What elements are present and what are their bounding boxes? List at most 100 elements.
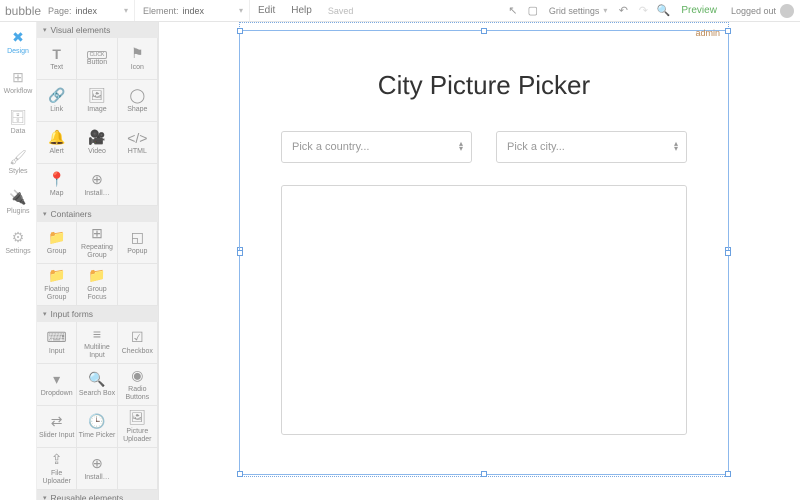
nav-data[interactable]: 🗄Data: [0, 102, 36, 142]
canvas[interactable]: admin City Picture Picker Pick a country…: [159, 22, 800, 500]
palette-group-focus[interactable]: 📁Group Focus: [77, 264, 117, 306]
palette-video[interactable]: 🎥Video: [77, 122, 117, 164]
palette-install-visual[interactable]: ⊕Install…: [77, 164, 117, 206]
palette-checkbox[interactable]: ☑Checkbox: [118, 322, 158, 364]
redo-icon[interactable]: ↷: [633, 4, 653, 17]
nav-label: Workflow: [4, 88, 33, 95]
city-placeholder: Pick a city...: [507, 141, 565, 153]
palette-input[interactable]: ⌨Input: [37, 322, 77, 364]
undo-icon[interactable]: ↶: [613, 4, 633, 17]
responsive-icon[interactable]: ▢: [523, 4, 543, 17]
palette-map[interactable]: 📍Map: [37, 164, 77, 206]
grid-settings[interactable]: Grid settings ▾: [543, 6, 614, 16]
nav-label: Design: [7, 48, 29, 55]
pin-icon: 📍: [48, 171, 65, 188]
nav-settings[interactable]: ⚙ Settings: [0, 222, 36, 262]
palette-time-picker[interactable]: 🕒Time Picker: [77, 406, 117, 448]
resize-handle-s[interactable]: [481, 471, 487, 477]
cursor-icon[interactable]: ↖: [503, 4, 523, 17]
palette-searchbox[interactable]: 🔍Search Box: [77, 364, 117, 406]
palette-button[interactable]: CLICKButton: [77, 38, 117, 80]
chevron-down-icon: ▾: [124, 6, 128, 15]
radio-icon: ◉: [131, 367, 143, 384]
nav-label: Data: [11, 128, 26, 135]
palette-floating-group[interactable]: 📁Floating Group: [37, 264, 77, 306]
section-input-forms[interactable]: Input forms: [37, 306, 158, 322]
account-menu[interactable]: Logged out: [725, 4, 800, 18]
country-dropdown[interactable]: Pick a country... ▴▾: [281, 131, 472, 163]
help-menu[interactable]: Help: [283, 5, 320, 16]
palette-slider-input[interactable]: ⇄Slider Input: [37, 406, 77, 448]
logo: bubble: [0, 4, 40, 18]
search-icon: 🔍: [88, 371, 105, 388]
popup-icon: ◱: [131, 229, 144, 246]
gear-icon: ⚙: [12, 229, 25, 246]
city-dropdown[interactable]: Pick a city... ▴▾: [496, 131, 687, 163]
picture-upload-icon: 🖼: [128, 409, 146, 426]
dropdown-icon: ▾: [53, 371, 60, 388]
nav-workflow[interactable]: ⊞ Workflow: [0, 62, 36, 102]
flag-icon: ⚑: [131, 45, 144, 62]
palette-image[interactable]: 🖼Image: [77, 80, 117, 122]
save-status: Saved: [320, 6, 362, 16]
palette-text[interactable]: TText: [37, 38, 77, 80]
search-icon[interactable]: 🔍: [653, 4, 673, 17]
link-icon: 🔗: [48, 87, 65, 104]
chevron-down-icon: ▾: [603, 6, 607, 15]
plus-circle-icon: ⊕: [91, 171, 103, 188]
sort-arrows-icon: ▴▾: [674, 142, 678, 152]
account-label: Logged out: [731, 6, 776, 16]
nav-label: Plugins: [7, 208, 30, 215]
image-placeholder[interactable]: [281, 185, 687, 435]
page-selector-value: index: [76, 6, 98, 16]
multiline-icon: ≡: [93, 326, 101, 342]
nav-label: Settings: [5, 248, 30, 255]
nav-design[interactable]: ✖ Design: [0, 22, 36, 62]
styles-icon: 🖌: [9, 149, 27, 166]
palette-popup[interactable]: ◱Popup: [118, 222, 158, 264]
palette-file-uploader[interactable]: ⇪File Uploader: [37, 448, 77, 490]
palette-picture-uploader[interactable]: 🖼Picture Uploader: [118, 406, 158, 448]
country-placeholder: Pick a country...: [292, 141, 369, 153]
resize-handle-sw[interactable]: [237, 471, 243, 477]
palette-install-input[interactable]: ⊕Install…: [77, 448, 117, 490]
palette-group[interactable]: 📁Group: [37, 222, 77, 264]
palette-html[interactable]: </>HTML: [118, 122, 158, 164]
nav-plugins[interactable]: 🔌Plugins: [0, 182, 36, 222]
code-icon: </>: [127, 130, 147, 146]
float-icon: 📁: [48, 267, 65, 284]
palette-multiline-input[interactable]: ≡Multiline Input: [77, 322, 117, 364]
palette-repeating-group[interactable]: ⊞Repeating Group: [77, 222, 117, 264]
design-icon: ✖: [12, 29, 24, 46]
topbar: bubble Page: index ▾ Element: index ▾ Ed…: [0, 0, 800, 22]
bell-icon: 🔔: [48, 129, 65, 146]
section-containers[interactable]: Containers: [37, 206, 158, 222]
edit-menu[interactable]: Edit: [250, 5, 283, 16]
palette-radio-buttons[interactable]: ◉Radio Buttons: [118, 364, 158, 406]
focus-icon: 📁: [88, 267, 105, 284]
nav-styles[interactable]: 🖌Styles: [0, 142, 36, 182]
element-selector[interactable]: Element: index ▾: [135, 0, 250, 21]
section-visual-elements[interactable]: Visual elements: [37, 22, 158, 38]
preview-button[interactable]: Preview: [673, 5, 725, 16]
admin-note: admin: [695, 28, 720, 38]
palette-empty: [118, 264, 158, 306]
element-palette[interactable]: Visual elements TText CLICKButton ⚑Icon …: [37, 22, 159, 500]
palette-alert[interactable]: 🔔Alert: [37, 122, 77, 164]
image-icon: 🖼: [88, 87, 106, 104]
palette-link[interactable]: 🔗Link: [37, 80, 77, 122]
page-title[interactable]: City Picture Picker: [281, 70, 687, 101]
workflow-icon: ⊞: [12, 69, 24, 86]
plus-circle-icon: ⊕: [91, 455, 103, 472]
text-icon: T: [52, 46, 61, 62]
palette-shape[interactable]: ◯Shape: [118, 80, 158, 122]
grid-settings-label: Grid settings: [549, 6, 600, 16]
palette-dropdown[interactable]: ▾Dropdown: [37, 364, 77, 406]
page-content: City Picture Picker Pick a country... ▴▾…: [241, 32, 727, 455]
avatar-icon: [780, 4, 794, 18]
repeat-icon: ⊞: [91, 225, 103, 242]
page-selector[interactable]: Page: index ▾: [40, 0, 135, 21]
resize-handle-se[interactable]: [725, 471, 731, 477]
section-reusable-elements[interactable]: Reusable elements: [37, 490, 158, 500]
palette-icon[interactable]: ⚑Icon: [118, 38, 158, 80]
